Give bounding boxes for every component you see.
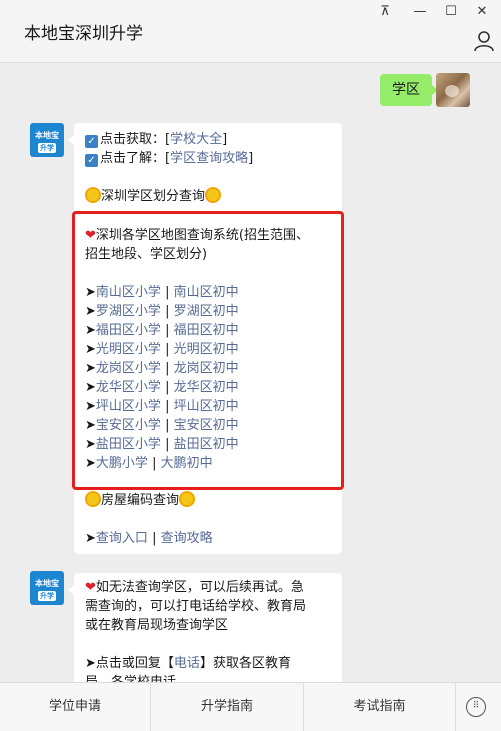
user-avatar[interactable]: [436, 73, 470, 107]
incoming-message: ❤如无法查询学区，可以后续再试。急 需查询的，可以打电话给学校、教育局 或在教育…: [68, 573, 342, 682]
section-heading: 深圳学区划分查询: [85, 187, 221, 206]
highlight-frame: [72, 211, 344, 490]
message-line: 局、各学校电话: [85, 673, 176, 682]
avatar-logo-subtext: 升学: [38, 591, 56, 601]
official-account-avatar[interactable]: 本地宝 升学: [30, 571, 64, 605]
school-list-line: ✓ 点击获取：[学校大全]: [85, 130, 227, 149]
school-list-link[interactable]: 学校大全: [170, 132, 222, 147]
title-bar: 本地宝深圳升学 ⊼ — ☐ ✕: [0, 0, 501, 63]
district-guide-link[interactable]: 学区查询攻略: [170, 151, 248, 166]
message-line: 需查询的，可以打电话给学校、教育局: [85, 599, 307, 614]
phone-link[interactable]: 电话: [174, 656, 200, 671]
query-entry-link[interactable]: 查询入口: [96, 531, 148, 546]
query-guide-link[interactable]: 查询攻略: [161, 531, 213, 546]
message-line: ❤如无法查询学区，可以后续再试。急: [85, 580, 304, 595]
maximize-button[interactable]: ☐: [441, 4, 461, 19]
menu-item-school-guide[interactable]: 升学指南: [151, 683, 304, 731]
heart-icon: ❤: [85, 580, 96, 595]
minimize-button[interactable]: —: [410, 4, 430, 19]
sun-icon: [181, 493, 194, 505]
official-account-avatar[interactable]: 本地宝 升学: [30, 123, 64, 157]
district-guide-line: ✓ 点击了解：[学区查询攻略]: [85, 149, 253, 168]
check-icon: ✓: [85, 154, 98, 167]
outgoing-message[interactable]: 学区: [380, 74, 438, 106]
avatar-logo-subtext: 升学: [38, 143, 56, 153]
message-line: 或在教育局现场查询学区: [85, 618, 229, 633]
sun-icon: [87, 493, 99, 505]
chat-title: 本地宝深圳升学: [24, 24, 143, 44]
housing-links-line: ➤查询入口 | 查询攻略: [85, 531, 213, 546]
bottom-menu: 学位申请 升学指南 考试指南 ⠿: [0, 682, 501, 731]
check-icon: ✓: [85, 135, 98, 148]
housing-heading: 房屋编码查询: [85, 491, 195, 510]
pin-icon[interactable]: ⊼: [375, 4, 395, 19]
menu-item-exam-guide[interactable]: 考试指南: [304, 683, 456, 731]
phone-line: ➤点击或回复【电话】获取各区教育: [85, 656, 291, 671]
sun-icon: [207, 189, 220, 201]
avatar-logo-text: 本地宝: [35, 131, 59, 140]
profile-icon[interactable]: [472, 30, 496, 52]
sun-icon: [87, 189, 99, 201]
menu-item-degree-application[interactable]: 学位申请: [0, 683, 151, 731]
chat-area[interactable]: 学区 本地宝 升学 ✓ 点击获取：[学校大全] ✓ 点击了解：[学区查询攻略] 深圳…: [0, 63, 501, 682]
avatar-logo-text: 本地宝: [35, 579, 59, 588]
close-button[interactable]: ✕: [472, 4, 492, 19]
keyboard-icon[interactable]: ⠿: [466, 697, 486, 717]
outgoing-message-text: 学区: [392, 82, 420, 98]
